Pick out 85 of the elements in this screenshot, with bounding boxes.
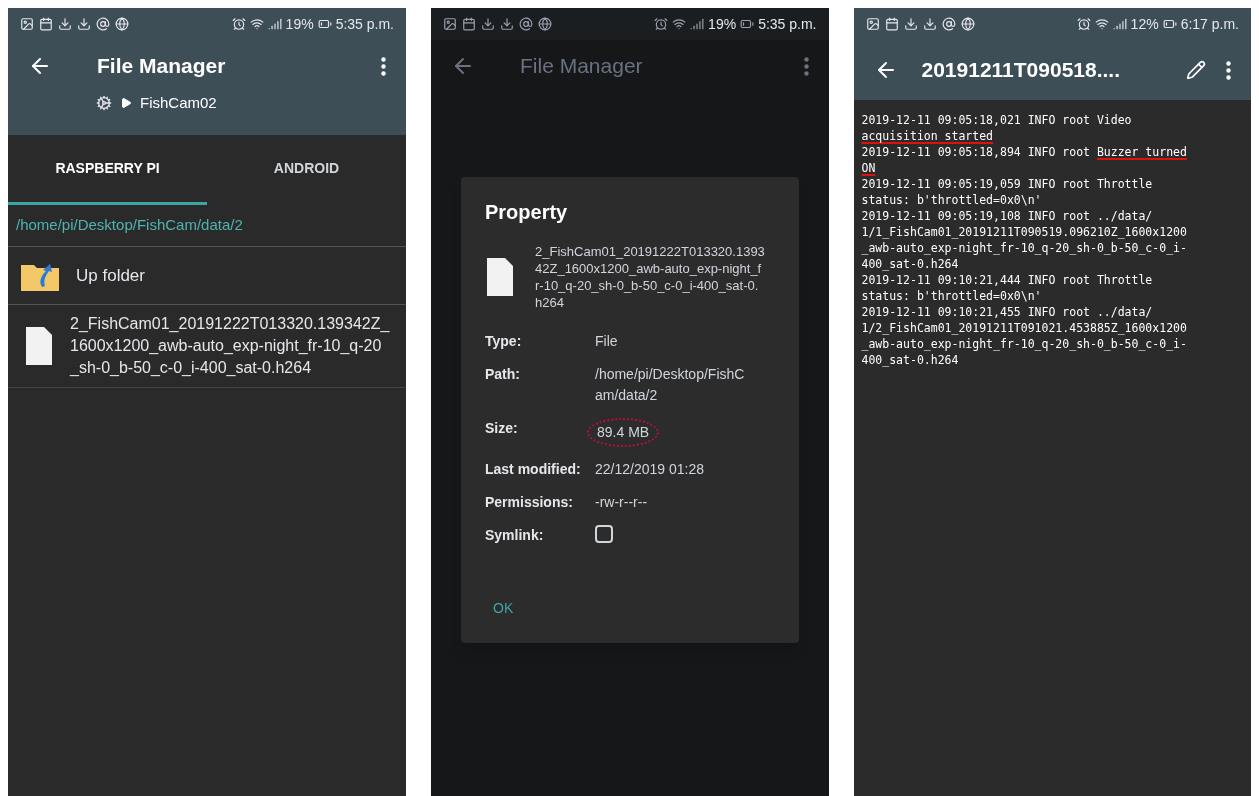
wifi-icon xyxy=(249,17,264,31)
clock-time: 6:17 p.m. xyxy=(1180,14,1239,34)
log-line: ON xyxy=(861,160,877,176)
symlink-checkbox[interactable] xyxy=(595,525,613,543)
log-line: 1/2_FishCam01_20191211T091021.453885Z_1600x1200 xyxy=(861,320,1188,336)
calendar-icon xyxy=(39,17,53,31)
battery-icon xyxy=(740,17,755,31)
up-folder-row[interactable]: Up folder xyxy=(8,247,406,305)
more-icon[interactable] xyxy=(1226,60,1231,80)
clock-time: 5:35 p.m. xyxy=(335,14,394,34)
battery-icon xyxy=(317,17,332,31)
signal-icon xyxy=(690,17,705,31)
item-name: Up folder xyxy=(76,264,145,287)
edit-icon[interactable] xyxy=(1186,60,1206,80)
more-icon xyxy=(803,56,809,76)
log-line: 2019-12-11 09:05:19,108 INFO root ../data/ xyxy=(861,208,1154,224)
globe-icon xyxy=(115,17,129,31)
ok-button[interactable]: OK xyxy=(485,594,522,623)
log-line: 2019-12-11 09:10:21,444 INFO root Throttle xyxy=(861,272,1154,288)
toolbar-title: 20191211T090518.... xyxy=(921,57,1121,84)
dialog-title: Property xyxy=(485,200,569,225)
download-icon xyxy=(903,17,918,31)
log-line: _awb-auto_exp-night_fr-10_q-20_sh-0_b-50_c-0_i- xyxy=(861,336,1188,352)
download-icon xyxy=(500,17,514,31)
battery-percent: 19% xyxy=(708,14,737,34)
toolbar-title: File Manager xyxy=(520,53,644,80)
log-line: 400_sat-0.h264 xyxy=(861,352,960,368)
calendar-icon xyxy=(884,17,899,31)
field-label: Type: xyxy=(485,332,523,351)
field-label: Path: xyxy=(485,365,521,384)
download-icon xyxy=(481,17,495,31)
field-value: File xyxy=(595,332,619,351)
wifi-icon xyxy=(1094,17,1109,31)
field-label: Last modified: xyxy=(485,460,582,479)
log-line: 2019-12-11 09:10:21,455 INFO root ../data/ xyxy=(861,304,1154,320)
log-line: _awb-auto_exp-night_fr-10_q-20_sh-0_b-50_c-0_i- xyxy=(861,240,1188,256)
file-icon xyxy=(24,326,54,366)
at-sign-icon xyxy=(96,17,110,31)
battery-percent: 12% xyxy=(1130,14,1159,34)
log-line: 1/1_FishCam01_20191211T090519.096210Z_1600x1200 xyxy=(861,224,1188,240)
signal-icon xyxy=(1112,17,1127,31)
caret-icon xyxy=(120,97,132,110)
at-sign-icon xyxy=(519,17,533,31)
field-label: Permissions: xyxy=(485,493,574,512)
log-line: 2019-12-11 09:05:18,021 INFO root Video xyxy=(861,112,1133,128)
field-value: 89.4 MB xyxy=(587,418,660,447)
field-value: /home/pi/Desktop/FishCam/data/2 xyxy=(595,365,745,405)
log-line: status: b'throttled=0x0\n' xyxy=(861,288,1043,304)
globe-icon xyxy=(538,17,552,31)
globe-icon xyxy=(960,17,975,31)
field-value: 22/12/2019 01:28 xyxy=(595,460,705,479)
more-icon[interactable] xyxy=(381,56,386,76)
log-line: 2019-12-11 09:05:18,894 INFO root Buzzer turned xyxy=(861,144,1188,160)
download-icon xyxy=(77,17,91,31)
download-icon xyxy=(58,17,72,31)
alarm-icon xyxy=(1076,17,1091,31)
log-line: status: b'throttled=0x0\n' xyxy=(861,192,1043,208)
download-icon xyxy=(922,17,937,31)
file-row[interactable]: 2_FishCam01_20191222T013320.139342Z_1600x1200_awb-auto_exp-night_fr-10_q-20_sh-0_b-50_c-0_i-400_sat-0.h264 xyxy=(8,305,406,388)
battery-icon xyxy=(1162,17,1177,31)
wifi-icon xyxy=(672,17,687,31)
file-icon xyxy=(485,257,515,297)
picture-icon xyxy=(443,17,457,31)
breadcrumb[interactable]: FishCam02 xyxy=(140,92,217,115)
alarm-icon xyxy=(231,17,246,31)
item-name: 2_FishCam01_20191222T013320.139342Z_1600x1200_awb-auto_exp-night_fr-10_q-20_sh-0_b-50_c-0_i-400_sat-0.h264 xyxy=(70,314,390,378)
at-sign-icon xyxy=(941,17,956,31)
clock-time: 5:35 p.m. xyxy=(758,14,817,34)
battery-percent: 19% xyxy=(285,14,314,34)
log-line: 2019-12-11 09:05:19,059 INFO root Throttle xyxy=(861,176,1154,192)
field-label: Size: xyxy=(485,419,519,438)
field-label: Symlink: xyxy=(485,526,545,545)
file-name: 2_FishCam01_20191222T013320.139342Z_1600x1200_awb-auto_exp-night_fr-10_q-20_sh-0_b-50_c-0_i-400_sat-0.h264 xyxy=(535,243,765,311)
path-text: /home/pi/Desktop/FishCam/data/2 xyxy=(8,205,406,247)
picture-icon xyxy=(865,17,880,31)
field-value: -rw-r--r-- xyxy=(595,493,649,512)
toolbar-title: File Manager xyxy=(97,53,227,80)
tab[interactable]: RASPBERRY PI xyxy=(8,135,207,205)
log-line: acquisition started xyxy=(861,128,995,144)
tab[interactable]: ANDROID xyxy=(207,135,406,205)
log-line: 400_sat-0.h264 xyxy=(861,256,960,272)
alarm-icon xyxy=(654,17,669,31)
calendar-icon xyxy=(462,17,476,31)
signal-icon xyxy=(267,17,282,31)
picture-icon xyxy=(20,17,34,31)
